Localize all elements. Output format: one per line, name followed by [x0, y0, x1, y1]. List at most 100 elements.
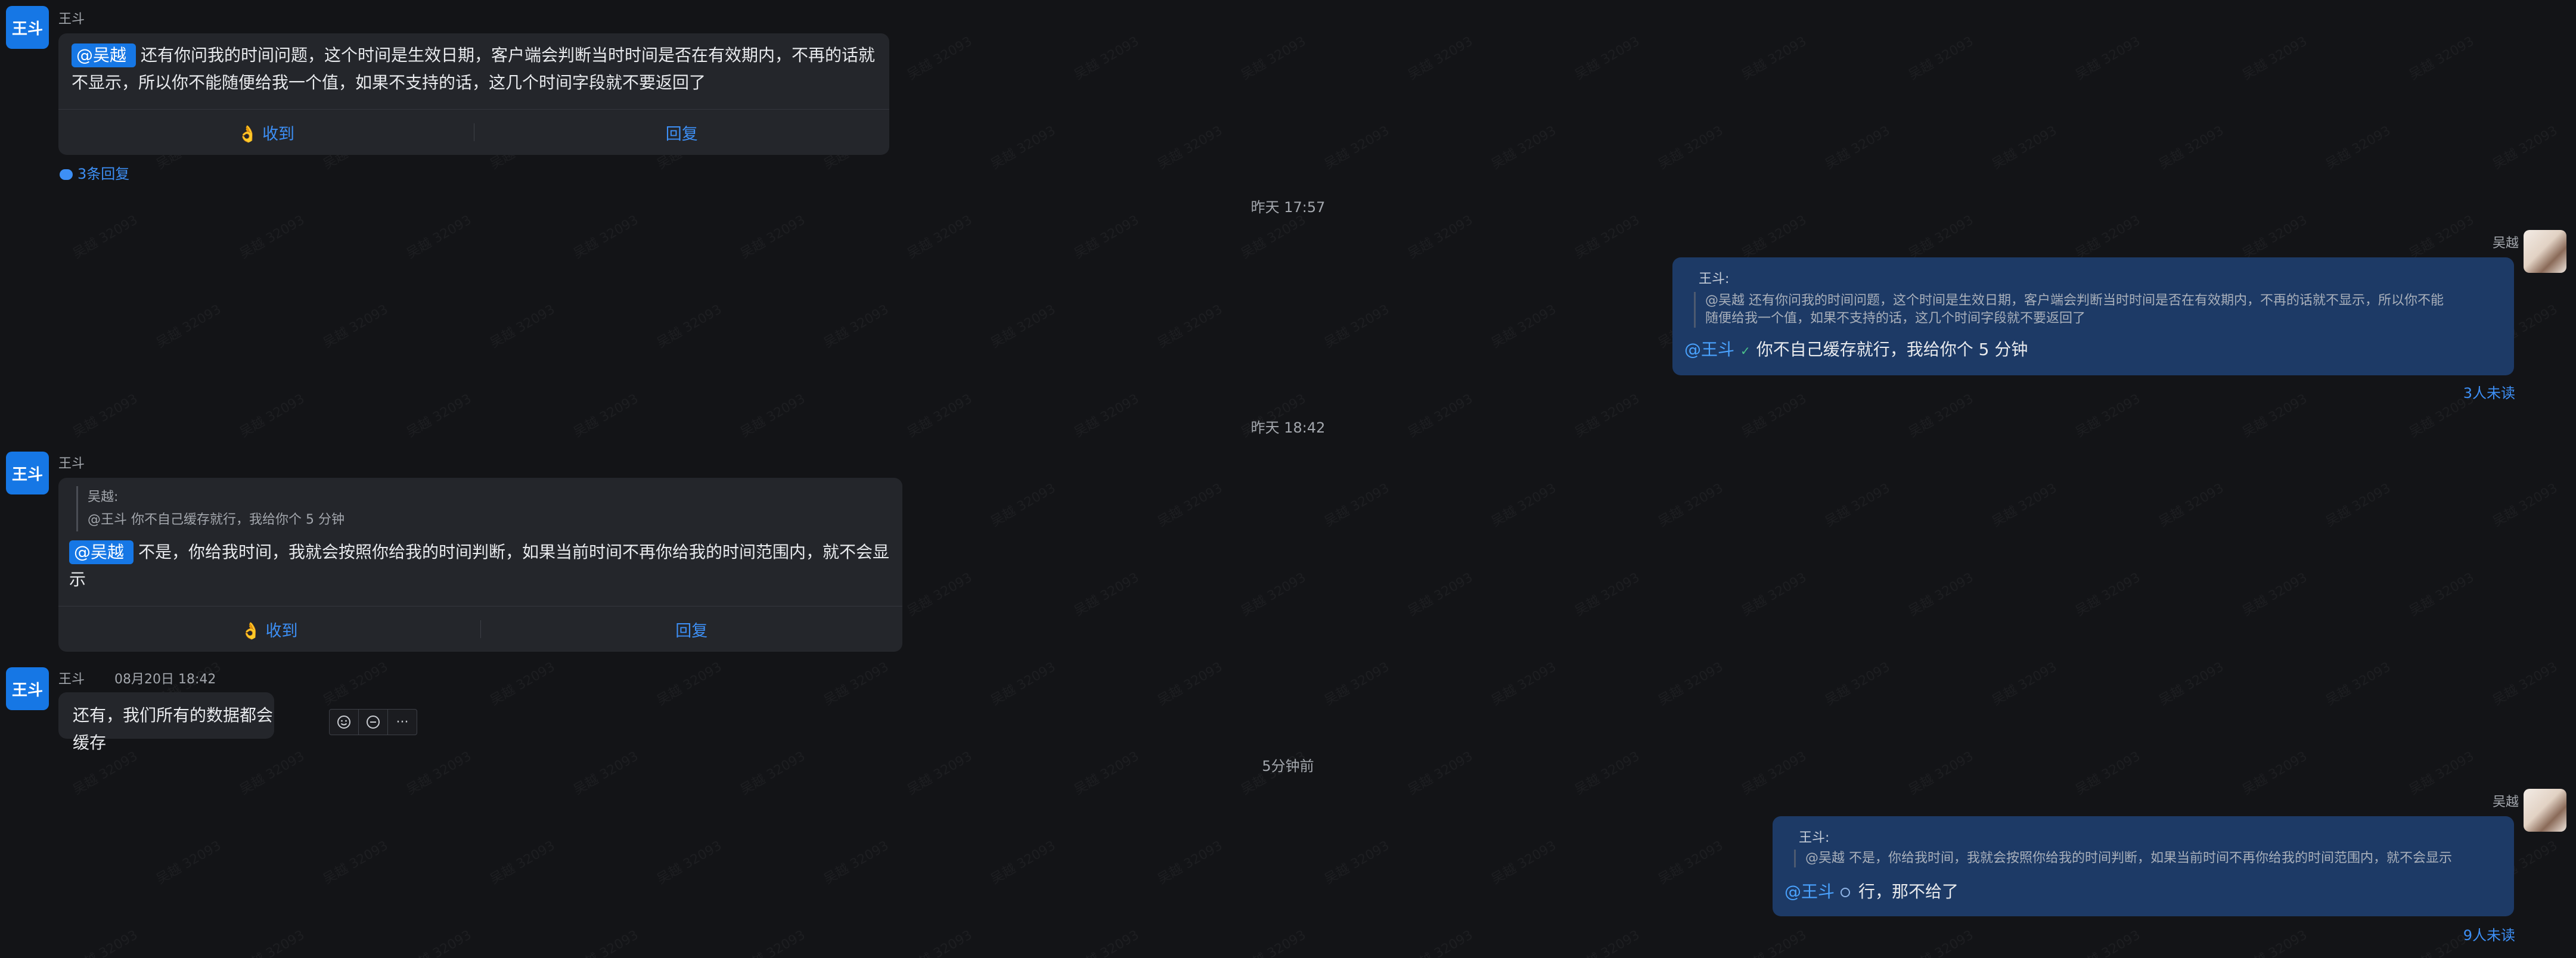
watermark-text: 吴越 32093	[1904, 925, 1976, 958]
quoted-message[interactable]: @吴越 不是，你给我时间，我就会按照你给我的时间判断，如果当前时间不再你给我的时…	[1794, 850, 2515, 867]
watermark-text: 吴越 32093	[1821, 120, 1893, 173]
watermark-text: 吴越 32093	[2071, 925, 2143, 958]
check-icon: ✓	[1740, 344, 1751, 358]
watermark-text: 吴越 32093	[2572, 31, 2576, 83]
message-bubble[interactable]: 还有，我们所有的数据都会缓存	[58, 692, 274, 752]
reply-button[interactable]: 回复	[481, 618, 903, 641]
watermark-text: 吴越 32093	[1153, 478, 1225, 530]
watermark-text: 吴越 32093	[1487, 299, 1559, 352]
mention-tag[interactable]: @吴越	[69, 540, 134, 564]
message-text: 还有你问我的时间问题，这个时间是生效日期，客户端会判断当时时间是否在有效期内，不…	[141, 45, 876, 65]
ack-button[interactable]: 👌 收到	[58, 618, 480, 641]
watermark-text: 吴越 32093	[1904, 210, 1976, 262]
watermark-text: 吴越 32093	[2405, 31, 2477, 83]
more-icon[interactable]: ···	[388, 710, 417, 735]
message-bubble[interactable]: 吴越: @王斗 你不自己缓存就行，我给你个 5 分钟 @吴越 不是，你给我时间，我…	[58, 478, 902, 652]
avatar[interactable]: 王斗	[6, 667, 49, 710]
watermark-text: 吴越 32093	[1237, 31, 1309, 83]
read-status[interactable]: 9人未读	[2463, 923, 2515, 944]
watermark-text: 吴越 32093	[1070, 925, 1142, 958]
message-bubble[interactable]: 王斗: @吴越 不是，你给我时间，我就会按照你给我的时间判断，如果当前时间不再你…	[1773, 816, 2514, 916]
watermark-text: 吴越 32093	[1821, 478, 1893, 530]
watermark-text: 吴越 32093	[2572, 925, 2576, 958]
emoji-reaction-icon[interactable]	[330, 710, 359, 735]
avatar[interactable]: 王斗	[6, 6, 49, 49]
avatar-text: 王斗	[11, 20, 43, 38]
watermark-text: 吴越 32093	[2155, 657, 2227, 709]
avatar[interactable]	[2524, 789, 2566, 832]
message-bubble[interactable]: 王斗: @吴越 还有你问我的时间问题，这个时间是生效日期，客户端会判断当时时间是…	[1672, 257, 2514, 375]
ack-button[interactable]: 👌 收到	[58, 121, 474, 144]
message-bubble[interactable]: @吴越 还有你问我的时间问题，这个时间是生效日期，客户端会判断当时时间是否在有效期…	[58, 33, 889, 155]
watermark-text: 吴越 32093	[1153, 657, 1225, 709]
quote-author: 王斗:	[1699, 272, 1730, 287]
message-hover-toolbar: ···	[329, 709, 417, 735]
watermark-text: 吴越 32093	[820, 835, 892, 888]
watermark-text: 吴越 32093	[1487, 835, 1559, 888]
watermark-text: 吴越 32093	[903, 925, 975, 958]
reply-bubble-icon[interactable]	[359, 710, 388, 735]
mention-tag[interactable]: @吴越	[72, 43, 136, 67]
watermark-text: 吴越 32093	[1320, 835, 1392, 888]
hand-icon: 👌	[240, 621, 261, 640]
watermark-text: 吴越 32093	[2155, 120, 2227, 173]
read-status[interactable]: 3人未读	[2463, 381, 2515, 402]
watermark-text: 吴越 32093	[653, 299, 725, 352]
reply-button[interactable]: 回复	[474, 121, 890, 144]
watermark-text: 吴越 32093	[1404, 31, 1476, 83]
quote-author: 王斗:	[1799, 831, 1830, 845]
watermark-text: 吴越 32093	[2488, 120, 2561, 173]
watermark-text: 吴越 32093	[1153, 120, 1225, 173]
replies-link[interactable]: 3条回复	[60, 162, 129, 183]
watermark-text: 吴越 32093	[986, 835, 1059, 888]
watermark-text: 吴越 32093	[986, 120, 1059, 173]
watermark-text: 吴越 32093	[235, 925, 308, 958]
quote-text: @吴越 不是，你给我时间，我就会按照你给我的时间判断，如果当前时间不再你给我的时…	[1805, 851, 2452, 866]
sender-name: 吴越	[2492, 236, 2519, 251]
mention-tag[interactable]: @王斗	[1684, 340, 1734, 359]
watermark-text: 吴越 32093	[1237, 567, 1309, 620]
watermark-text: 吴越 32093	[2572, 210, 2576, 262]
watermark-text: 吴越 32093	[486, 299, 558, 352]
watermark-text: 吴越 32093	[1237, 210, 1309, 262]
quoted-message[interactable]: @吴越 还有你问我的时间问题，这个时间是生效日期，客户端会判断当时时间是否在有效…	[1694, 292, 2504, 328]
watermark-text: 吴越 32093	[402, 925, 474, 958]
quoted-message[interactable]: 吴越: @王斗 你不自己缓存就行，我给你个 5 分钟	[76, 486, 898, 531]
watermark-text: 吴越 32093	[1571, 210, 1643, 262]
watermark-text: 吴越 32093	[2572, 567, 2576, 620]
watermark-text: 吴越 32093	[1153, 299, 1225, 352]
watermark-text: 吴越 32093	[2071, 31, 2143, 83]
watermark-text: 吴越 32093	[2238, 31, 2310, 83]
watermark-text: 吴越 32093	[1320, 478, 1392, 530]
watermark-text: 吴越 32093	[1320, 120, 1392, 173]
mention-tag[interactable]: @王斗	[1784, 882, 1835, 901]
watermark-text: 吴越 32093	[736, 210, 808, 262]
watermark-text: 吴越 32093	[903, 31, 975, 83]
watermark-text: 吴越 32093	[69, 210, 141, 262]
watermark-text: 吴越 32093	[1821, 657, 1893, 709]
watermark-text: 吴越 32093	[820, 657, 892, 709]
sender-name: 王斗	[58, 12, 85, 27]
avatar[interactable]: 王斗	[6, 452, 49, 494]
message-timestamp: 08月20日 18:42	[114, 672, 216, 687]
watermark-text: 吴越 32093	[1654, 657, 1726, 709]
watermark-text: 吴越 32093	[2238, 210, 2310, 262]
watermark-text: 吴越 32093	[2405, 210, 2477, 262]
avatar[interactable]	[2524, 230, 2566, 273]
message-text: 还有，我们所有的数据都会缓存	[73, 705, 274, 752]
watermark-text: 吴越 32093	[1904, 31, 1976, 83]
watermark-text: 吴越 32093	[1070, 567, 1142, 620]
message-text: 示	[69, 570, 86, 589]
watermark-text: 吴越 32093	[653, 657, 725, 709]
time-divider: 5分钟前	[1262, 758, 1314, 775]
sender-name: 王斗	[58, 456, 85, 471]
watermark-text: 吴越 32093	[319, 835, 391, 888]
message-text: 行，那不给了	[1858, 882, 1959, 901]
watermark-text: 吴越 32093	[903, 210, 975, 262]
watermark-text: 吴越 32093	[1404, 567, 1476, 620]
watermark-text: 吴越 32093	[1737, 31, 1810, 83]
time-divider: 昨天 17:57	[1250, 199, 1326, 216]
comment-icon	[60, 169, 73, 180]
watermark-text: 吴越 32093	[986, 657, 1059, 709]
watermark-text: 吴越 32093	[1153, 835, 1225, 888]
